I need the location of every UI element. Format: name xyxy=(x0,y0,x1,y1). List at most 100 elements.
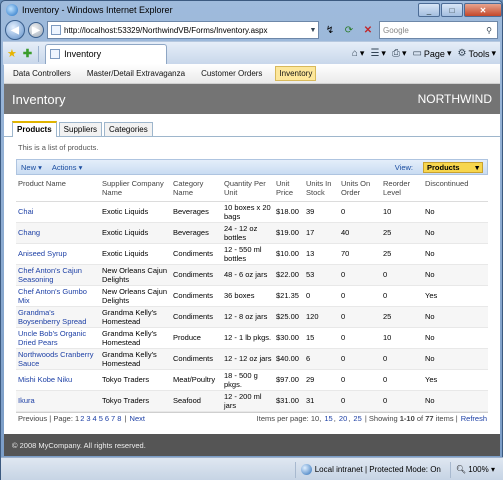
column-header[interactable]: Discontinued xyxy=(423,175,488,202)
table-cell: $10.00 xyxy=(274,243,304,265)
stop-icon[interactable]: ✕ xyxy=(360,22,376,38)
column-header[interactable]: Unit Price xyxy=(274,175,304,202)
column-header[interactable]: Quantity Per Unit xyxy=(222,175,274,202)
column-header[interactable]: Units In Stock xyxy=(304,175,339,202)
zoom-level: 100% xyxy=(468,465,489,474)
pager-page-4[interactable]: 4 xyxy=(93,414,97,423)
feeds-button[interactable]: ☰ ▾ xyxy=(370,48,386,59)
favorites-star-icon[interactable]: ★ xyxy=(7,47,17,60)
new-button[interactable]: New ▾ xyxy=(21,163,42,172)
product-name-link[interactable]: Aniseed Syrup xyxy=(16,243,100,265)
table-cell: Produce xyxy=(171,327,222,349)
product-name-link[interactable]: Grandma's Boysenberry Spread xyxy=(16,306,100,328)
add-favorites-icon[interactable]: ✚ xyxy=(23,47,32,60)
table-cell: No xyxy=(423,327,488,349)
menu-item-customer-orders[interactable]: Customer Orders xyxy=(198,67,265,80)
address-dropdown-icon[interactable]: ▼ xyxy=(308,27,318,34)
product-name-link[interactable]: Northwoods Cranberry Sauce xyxy=(16,348,100,370)
brand-name: NORTHWIND xyxy=(417,92,492,106)
pager-page-3[interactable]: 3 xyxy=(86,414,90,423)
search-input[interactable]: Google xyxy=(383,26,481,35)
product-name-link[interactable]: Chef Anton's Cajun Seasoning xyxy=(16,264,100,286)
menu-item-master-detail[interactable]: Master/Detail Extravaganza xyxy=(84,67,188,80)
pager-page-8[interactable]: 8 xyxy=(117,414,121,423)
page-size-25[interactable]: 25 xyxy=(353,414,361,423)
table-cell: 0 xyxy=(339,264,381,286)
zoom-control[interactable]: 🔍︎ 100% ▾ xyxy=(449,461,500,478)
page-menu[interactable]: ▭ Page ▾ xyxy=(412,48,451,59)
menu-item-inventory[interactable]: Inventory xyxy=(275,66,317,81)
column-header[interactable]: Product Name xyxy=(16,175,100,202)
table-cell: 0 xyxy=(381,369,423,391)
tab-suppliers[interactable]: Suppliers xyxy=(58,122,103,136)
view-selector[interactable]: Products ▾ xyxy=(423,161,483,173)
product-name-link[interactable]: Ikura xyxy=(16,390,100,412)
pager-next[interactable]: Next xyxy=(130,414,145,423)
compatibility-icon[interactable]: ↯ xyxy=(322,22,338,38)
pager-page-2[interactable]: 2 xyxy=(80,414,84,423)
product-name-link[interactable]: Chef Anton's Gumbo Mix xyxy=(16,285,100,307)
table-row[interactable]: Ikura Tokyo Traders Seafood 12 - 200 ml jar… xyxy=(16,390,488,412)
table-cell: 0 xyxy=(339,285,381,307)
refresh-link[interactable]: Refresh xyxy=(461,414,487,423)
page-content: Data Controllers Master/Detail Extravaga… xyxy=(4,64,500,456)
security-zone[interactable]: Local intranet | Protected Mode: On xyxy=(294,461,446,478)
product-name-link[interactable]: Uncle Bob's Organic Dried Pears xyxy=(16,327,100,349)
table-row[interactable]: Uncle Bob's Organic Dried Pears Grandma K… xyxy=(16,327,488,349)
table-cell: $21.35 xyxy=(274,285,304,307)
site-menu: Data Controllers Master/Detail Extravaga… xyxy=(4,64,500,84)
table-cell: 10 boxes x 20 bags xyxy=(222,201,274,223)
pager-page-6[interactable]: 6 xyxy=(105,414,109,423)
table-row[interactable]: Chai Exotic Liquids Beverages 10 boxes x 20… xyxy=(16,201,488,223)
actions-button[interactable]: Actions ▾ xyxy=(52,163,82,172)
product-name-link[interactable]: Mishi Kobe Niku xyxy=(16,369,100,391)
browser-tab[interactable]: Inventory xyxy=(45,43,168,64)
close-window-button[interactable]: ✕ xyxy=(464,3,502,17)
table-cell: 31 xyxy=(304,390,339,412)
refresh-icon[interactable]: ⟳ xyxy=(341,22,357,38)
address-url[interactable]: http://localhost:53329/NorthwindVB/Forms… xyxy=(64,26,305,35)
table-row[interactable]: Aniseed Syrup Exotic Liquids Condiments 12 … xyxy=(16,243,488,265)
forward-button[interactable]: ▶ xyxy=(28,22,44,38)
page-size-20[interactable]: 20 xyxy=(339,414,347,423)
column-header[interactable]: Supplier Company Name xyxy=(100,175,171,202)
table-cell: Beverages xyxy=(171,222,222,244)
column-header[interactable]: Units On Order xyxy=(339,175,381,202)
page-size-15[interactable]: 15 xyxy=(324,414,332,423)
table-cell: 12 - 8 oz jars xyxy=(222,306,274,328)
pager-page-7[interactable]: 7 xyxy=(111,414,115,423)
table-row[interactable]: Chang Exotic Liquids Beverages 24 - 12 oz b… xyxy=(16,222,488,244)
product-name-link[interactable]: Chang xyxy=(16,222,100,244)
table-row[interactable]: Northwoods Cranberry Sauce Grandma Kelly'… xyxy=(16,348,488,370)
maximize-button[interactable]: □ xyxy=(441,3,463,17)
table-row[interactable]: Mishi Kobe Niku Tokyo Traders Meat/Poultry… xyxy=(16,369,488,391)
table-row[interactable]: Grandma's Boysenberry Spread Grandma Kell… xyxy=(16,306,488,328)
table-row[interactable]: Chef Anton's Cajun Seasoning New Orleans … xyxy=(16,264,488,286)
table-cell: 12 - 12 oz jars xyxy=(222,348,274,370)
table-cell: 12 - 550 ml bottles xyxy=(222,243,274,265)
column-header[interactable]: Category Name xyxy=(171,175,222,202)
search-icon[interactable]: ⚲ xyxy=(481,26,497,35)
back-button[interactable]: ◀ xyxy=(5,20,25,40)
tab-products[interactable]: Products xyxy=(12,121,57,137)
menu-item-data-controllers[interactable]: Data Controllers xyxy=(10,67,74,80)
minimize-button[interactable]: _ xyxy=(418,3,440,17)
column-header[interactable]: Reorder Level xyxy=(381,175,423,202)
search-box[interactable]: Google ⚲ xyxy=(379,21,498,39)
tab-categories[interactable]: Categories xyxy=(104,122,153,136)
address-bar[interactable]: http://localhost:53329/NorthwindVB/Forms… xyxy=(47,21,319,39)
table-cell: 0 xyxy=(339,327,381,349)
table-cell: 13 xyxy=(304,243,339,265)
product-name-link[interactable]: Chai xyxy=(16,201,100,223)
print-button[interactable]: ⎙ ▾ xyxy=(392,48,407,59)
copyright-text: © 2008 MyCompany. All rights reserved. xyxy=(12,440,146,450)
table-cell: Tokyo Traders xyxy=(100,390,171,412)
showing-prefix: | Showing xyxy=(364,414,398,423)
table-cell: $22.00 xyxy=(274,264,304,286)
view-label: View: xyxy=(394,162,413,172)
home-button[interactable]: ⌂ ▾ xyxy=(352,48,365,59)
table-row[interactable]: Chef Anton's Gumbo Mix New Orleans Cajun … xyxy=(16,285,488,307)
tools-menu[interactable]: ⚙ Tools ▾ xyxy=(457,48,496,59)
pager-page-5[interactable]: 5 xyxy=(99,414,103,423)
table-cell: 0 xyxy=(381,390,423,412)
